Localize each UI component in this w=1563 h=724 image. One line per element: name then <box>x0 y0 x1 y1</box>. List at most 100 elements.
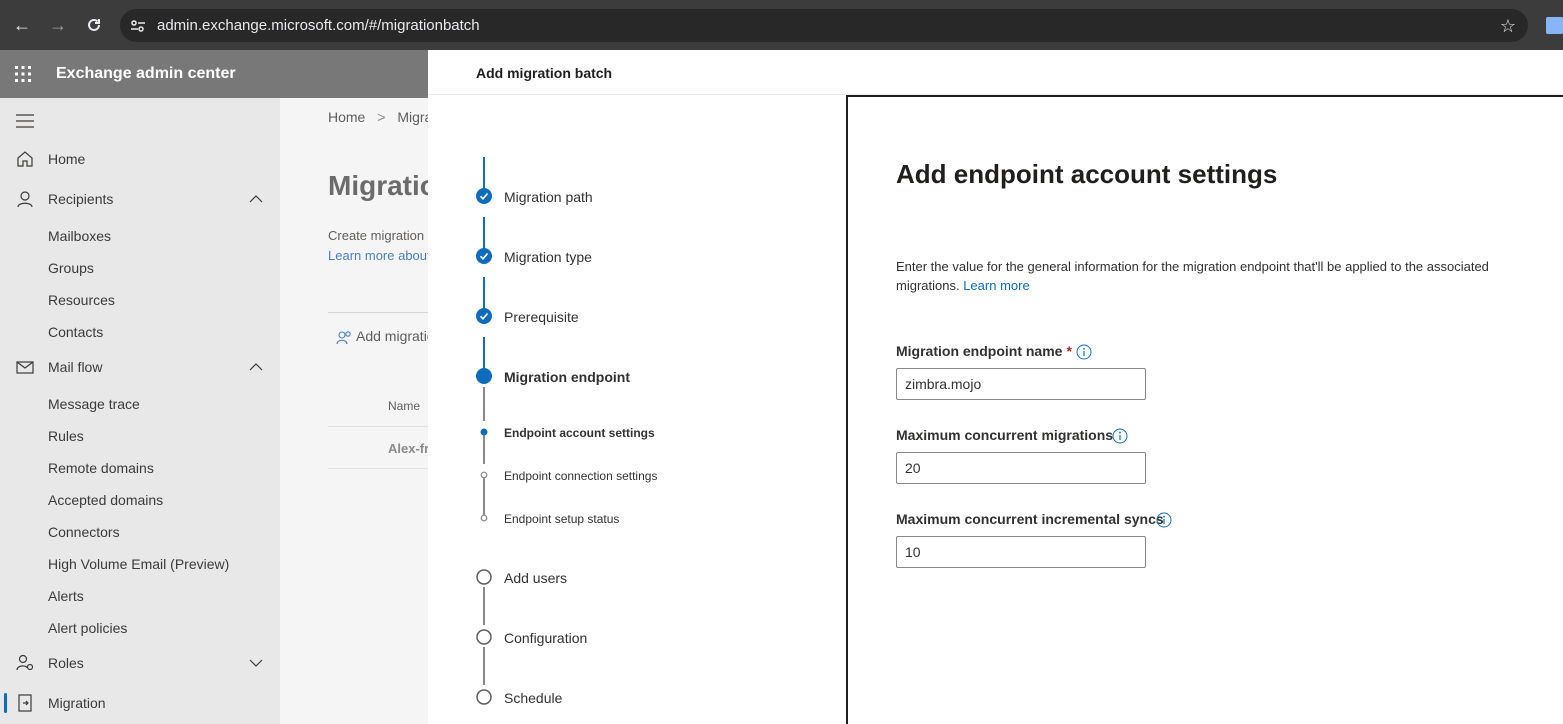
sidebar-item-mail-flow[interactable]: Mail flow <box>0 351 280 383</box>
page-title: Migration <box>328 170 428 201</box>
sidebar-item-label: Migration <box>48 695 106 711</box>
substep-endpoint-account-settings[interactable]: Endpoint account settings <box>504 426 655 440</box>
substep-current-icon <box>480 428 488 436</box>
divider <box>328 312 428 313</box>
sidebar-item-label: Home <box>48 151 86 167</box>
substep-pending-icon <box>480 471 488 479</box>
sidebar-item-high-volume-email[interactable]: High Volume Email (Preview) <box>48 556 229 572</box>
address-bar[interactable]: admin.exchange.microsoft.com/#/migration… <box>120 9 1528 42</box>
sidebar-item-label: Roles <box>48 655 84 671</box>
panel-title: Add migration batch <box>476 65 613 81</box>
sidebar-item-mailboxes[interactable]: Mailboxes <box>48 228 111 244</box>
step-migration-endpoint[interactable]: Migration endpoint <box>504 369 630 385</box>
info-icon[interactable] <box>1112 428 1128 444</box>
background-page: Home > Migration Migration Create migrat… <box>280 98 428 724</box>
step-schedule[interactable]: Schedule <box>504 690 562 706</box>
app-title[interactable]: Exchange admin center <box>56 65 236 83</box>
sidebar-item-connectors[interactable]: Connectors <box>48 524 120 540</box>
learn-more-link[interactable]: Learn more <box>963 278 1029 293</box>
substep-endpoint-connection-settings[interactable]: Endpoint connection settings <box>504 469 657 483</box>
info-icon[interactable] <box>1076 344 1092 360</box>
chevron-down-icon[interactable] <box>248 655 264 671</box>
required-marker: * <box>1066 343 1072 359</box>
sidebar-item-recipients[interactable]: Recipients <box>0 183 280 215</box>
sidebar-item-accepted-domains[interactable]: Accepted domains <box>48 492 163 508</box>
wizard-content: Add endpoint account settings Enter the … <box>846 95 1563 724</box>
sidebar-item-home[interactable]: Home <box>0 143 280 175</box>
divider <box>328 468 428 469</box>
step-complete-icon <box>476 188 492 204</box>
step-add-users[interactable]: Add users <box>504 570 567 586</box>
substep-pending-icon <box>480 514 488 522</box>
step-pending-icon <box>476 689 492 705</box>
extension-icon[interactable] <box>1546 17 1563 34</box>
sidebar-item-alert-policies[interactable]: Alert policies <box>48 620 127 636</box>
page-description: Create migration <box>328 228 425 243</box>
roles-icon <box>16 654 34 671</box>
breadcrumb-current: Migration <box>397 109 428 125</box>
app-launcher-icon[interactable] <box>14 65 32 83</box>
step-current-icon <box>476 368 492 384</box>
sidebar-item-migration[interactable]: Migration <box>0 687 280 719</box>
endpoint-name-input[interactable] <box>896 368 1146 400</box>
bookmark-star-icon[interactable]: ☆ <box>1500 16 1516 37</box>
step-migration-type[interactable]: Migration type <box>504 249 592 265</box>
sidebar-item-resources[interactable]: Resources <box>48 292 115 308</box>
max-incremental-syncs-label: Maximum concurrent incremental syncs <box>896 511 1164 527</box>
max-concurrent-migrations-label: Maximum concurrent migrations <box>896 427 1114 443</box>
sidebar-item-contacts[interactable]: Contacts <box>48 324 103 340</box>
sidebar-item-alerts[interactable]: Alerts <box>48 588 84 604</box>
info-icon[interactable] <box>1156 512 1172 528</box>
sidebar-item-message-trace[interactable]: Message trace <box>48 396 140 412</box>
max-concurrent-migrations-input[interactable] <box>896 452 1146 484</box>
add-migration-batch-panel: Add migration batch Migration path Migra… <box>428 50 1563 724</box>
sidebar-item-groups[interactable]: Groups <box>48 260 94 276</box>
add-users-icon <box>336 331 351 345</box>
substep-endpoint-setup-status[interactable]: Endpoint setup status <box>504 512 619 526</box>
migration-icon <box>18 694 32 712</box>
table-row[interactable]: Alex-from <box>388 441 428 456</box>
hamburger-menu-icon[interactable] <box>16 114 34 128</box>
field-label-text: Migration endpoint name <box>896 343 1063 359</box>
column-header-name[interactable]: Name <box>388 399 420 413</box>
home-icon <box>17 151 33 167</box>
step-connector <box>483 647 485 685</box>
step-complete-icon <box>476 248 492 264</box>
step-connector <box>483 387 485 421</box>
add-migration-button[interactable]: Add migration <box>356 328 428 344</box>
learn-more-link[interactable]: Learn more about <box>328 248 428 263</box>
forward-icon[interactable]: → <box>47 14 69 36</box>
mail-icon <box>16 361 34 374</box>
breadcrumb-home[interactable]: Home <box>328 109 365 125</box>
step-pending-icon <box>476 569 492 585</box>
step-pending-icon <box>476 629 492 645</box>
endpoint-name-label: Migration endpoint name * <box>896 343 1072 359</box>
back-icon[interactable]: ← <box>11 14 33 36</box>
panel-header: Add migration batch <box>428 50 1563 95</box>
max-incremental-syncs-input[interactable] <box>896 536 1146 568</box>
divider <box>328 426 428 427</box>
person-icon <box>17 191 33 208</box>
sidebar-item-label: Mail flow <box>48 359 103 375</box>
reload-icon[interactable] <box>83 14 105 36</box>
step-migration-path[interactable]: Migration path <box>504 189 593 205</box>
sidebar-item-roles[interactable]: Roles <box>0 647 280 679</box>
content-description: Enter the value for the general informat… <box>896 257 1556 295</box>
step-configuration[interactable]: Configuration <box>504 630 587 646</box>
sidebar: Home Recipients Mailboxes Groups Resourc… <box>0 98 280 724</box>
browser-toolbar: ← → admin.exchange.microsoft.com/#/migra… <box>0 0 1563 50</box>
breadcrumb-separator: > <box>377 109 386 125</box>
step-connector <box>483 587 485 625</box>
breadcrumb: Home > Migration <box>328 109 428 125</box>
sidebar-item-remote-domains[interactable]: Remote domains <box>48 460 154 476</box>
chevron-up-icon[interactable] <box>248 191 264 207</box>
url-text: admin.exchange.microsoft.com/#/migration… <box>157 17 480 34</box>
site-settings-icon[interactable] <box>130 18 146 34</box>
chevron-up-icon[interactable] <box>248 359 264 375</box>
wizard-stepper: Migration path Migration type Prerequisi… <box>428 95 846 724</box>
sidebar-item-rules[interactable]: Rules <box>48 428 84 444</box>
step-complete-icon <box>476 308 492 324</box>
sidebar-item-label: Recipients <box>48 191 114 207</box>
content-title: Add endpoint account settings <box>896 159 1278 189</box>
step-prerequisite[interactable]: Prerequisite <box>504 309 579 325</box>
